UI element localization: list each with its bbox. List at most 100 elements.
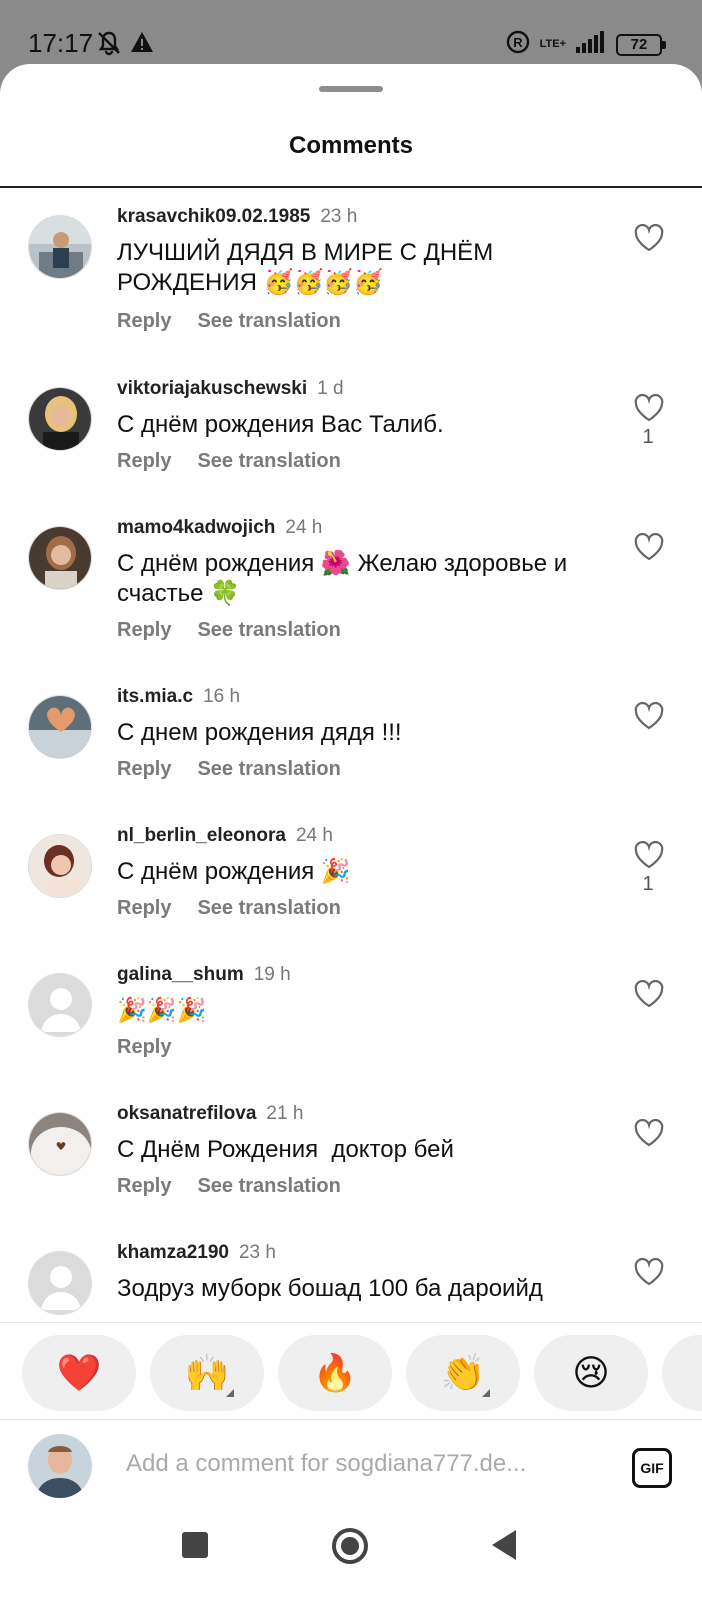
recents-icon[interactable] (182, 1532, 208, 1558)
comment-username[interactable]: nl_berlin_eleonora (117, 825, 286, 846)
avatar[interactable] (28, 1251, 92, 1315)
comments-sheet: Comments krasavchik09.02.1985 23 h ЛУЧШИЙ… (0, 64, 702, 1600)
heart-icon[interactable] (634, 841, 664, 869)
see-translation-button[interactable]: See translation (197, 1175, 340, 1197)
comment-text: Зодруз муборк бошад 100 ба дароийд (117, 1275, 543, 1302)
comment-text: С днём рождения Вас Талиб. (117, 411, 444, 438)
reply-button[interactable]: Reply (117, 758, 171, 780)
battery-icon: 72 (616, 33, 666, 56)
heart-icon[interactable] (634, 702, 664, 730)
gif-button[interactable]: GIF (632, 1448, 672, 1488)
heart-icon[interactable] (634, 394, 664, 422)
heart-icon[interactable] (634, 980, 664, 1008)
reply-button[interactable]: Reply (117, 450, 171, 472)
reply-button[interactable]: Reply (117, 1036, 171, 1058)
comment-time: 23 h (320, 206, 358, 227)
comment-meta: viktoriajakuschewski 1 d (117, 378, 344, 400)
comment-item: galina__shum 19 h 🎉🎉🎉 Reply (0, 946, 702, 1088)
bell-off-icon (96, 30, 122, 61)
comment-meta: khamza2190 23 h (117, 1242, 276, 1264)
comment-meta: krasavchik09.02.1985 23 h (117, 206, 357, 228)
comment-actions: Reply See translation (117, 758, 341, 781)
avatar[interactable] (28, 973, 92, 1037)
clap-icon: 👏 (440, 1352, 486, 1393)
status-bar: 17:17 R LTE+ 72 (0, 0, 702, 64)
comment-time: 24 h (285, 517, 323, 538)
status-icons-right: R LTE+ 72 (506, 30, 666, 59)
comment-time: 23 h (238, 1242, 276, 1263)
see-translation-button[interactable]: See translation (197, 758, 340, 780)
comment-text: ЛУЧШИЙ ДЯДЯ В МИРЕ С ДНЁМ РОЖДЕНИЯ 🥳🥳🥳🥳 (117, 239, 494, 296)
comment-meta: mamo4kadwojich 24 h (117, 517, 322, 539)
see-translation-button[interactable]: See translation (197, 897, 340, 919)
back-icon[interactable] (492, 1530, 516, 1560)
avatar[interactable] (28, 215, 92, 279)
comment-text: 🎉🎉🎉 (117, 997, 207, 1024)
comment-username[interactable]: khamza2190 (117, 1242, 229, 1263)
reaction-raised-hands-button[interactable]: 🙌 (150, 1335, 264, 1411)
comment-item: krasavchik09.02.1985 23 h ЛУЧШИЙ ДЯДЯ В М… (0, 188, 702, 333)
comment-actions: Reply (117, 1036, 171, 1059)
skin-tone-indicator (482, 1389, 490, 1397)
comment-text: С днём рождения 🎉 (117, 858, 351, 885)
reaction-clap-button[interactable]: 👏 (406, 1335, 520, 1411)
reaction-cry-button[interactable]: 😢 (534, 1335, 648, 1411)
comment-time: 21 h (266, 1103, 304, 1124)
comments-list[interactable]: krasavchik09.02.1985 23 h ЛУЧШИЙ ДЯДЯ В М… (0, 188, 702, 1386)
comment-username[interactable]: galina__shum (117, 964, 244, 985)
comment-meta: nl_berlin_eleonora 24 h (117, 825, 333, 847)
reaction-heart-button[interactable]: ❤️ (22, 1335, 136, 1411)
comment-username[interactable]: oksanatrefilova (117, 1103, 256, 1124)
quick-reactions-bar: ❤️ 🙌 🔥 👏 😢 (0, 1322, 702, 1420)
comment-time: 24 h (295, 825, 333, 846)
comment-actions: Reply See translation (117, 619, 341, 642)
reply-button[interactable]: Reply (117, 310, 171, 332)
status-time: 17:17 (28, 28, 94, 58)
heart-icon[interactable] (634, 533, 664, 561)
comment-meta: its.mia.c 16 h (117, 686, 240, 708)
reply-button[interactable]: Reply (117, 1175, 171, 1197)
comment-time: 19 h (253, 964, 291, 985)
comment-username[interactable]: its.mia.c (117, 686, 193, 707)
reply-button[interactable]: Reply (117, 897, 171, 919)
comment-username[interactable]: krasavchik09.02.1985 (117, 206, 310, 227)
reaction-fire-button[interactable]: 🔥 (278, 1335, 392, 1411)
avatar (28, 1434, 92, 1498)
comment-time: 16 h (203, 686, 241, 707)
see-translation-button[interactable]: See translation (197, 310, 340, 332)
comment-actions: Reply See translation (117, 1175, 341, 1198)
avatar[interactable] (28, 695, 92, 759)
comment-item: mamo4kadwojich 24 h С днём рождения 🌺 Жел… (0, 499, 702, 641)
avatar[interactable] (28, 526, 92, 590)
network-label: LTE+ (539, 38, 566, 50)
avatar[interactable] (28, 834, 92, 898)
registered-icon: R (506, 30, 530, 59)
comment-username[interactable]: mamo4kadwojich (117, 517, 275, 538)
heart-icon[interactable] (634, 1119, 664, 1147)
page-title: Comments (288, 132, 414, 159)
comment-item: its.mia.c 16 h С днем рождения дядя !!! R… (0, 668, 702, 810)
comment-actions: Reply See translation (117, 450, 341, 473)
comment-meta: galina__shum 19 h (117, 964, 291, 986)
like-count: 1 (642, 426, 654, 448)
heart-icon[interactable] (634, 1258, 664, 1286)
reply-button[interactable]: Reply (117, 619, 171, 641)
comment-input[interactable] (126, 1450, 566, 1478)
skin-tone-indicator (226, 1389, 234, 1397)
signal-icon (576, 31, 606, 58)
heart-icon[interactable] (634, 224, 664, 252)
status-icons-left (96, 30, 154, 61)
comment-text: С днем рождения дядя !!! (117, 719, 402, 746)
svg-text:R: R (513, 35, 523, 50)
home-icon[interactable] (332, 1528, 368, 1564)
see-translation-button[interactable]: See translation (197, 619, 340, 641)
see-translation-button[interactable]: See translation (197, 450, 340, 472)
reaction-more-button[interactable] (662, 1335, 702, 1411)
comment-actions: Reply See translation (117, 310, 341, 333)
drag-handle[interactable] (319, 86, 383, 92)
like-count: 1 (642, 873, 654, 895)
add-comment-bar: GIF (0, 1420, 702, 1518)
avatar[interactable] (28, 1112, 92, 1176)
avatar[interactable] (28, 387, 92, 451)
comment-username[interactable]: viktoriajakuschewski (117, 378, 307, 399)
